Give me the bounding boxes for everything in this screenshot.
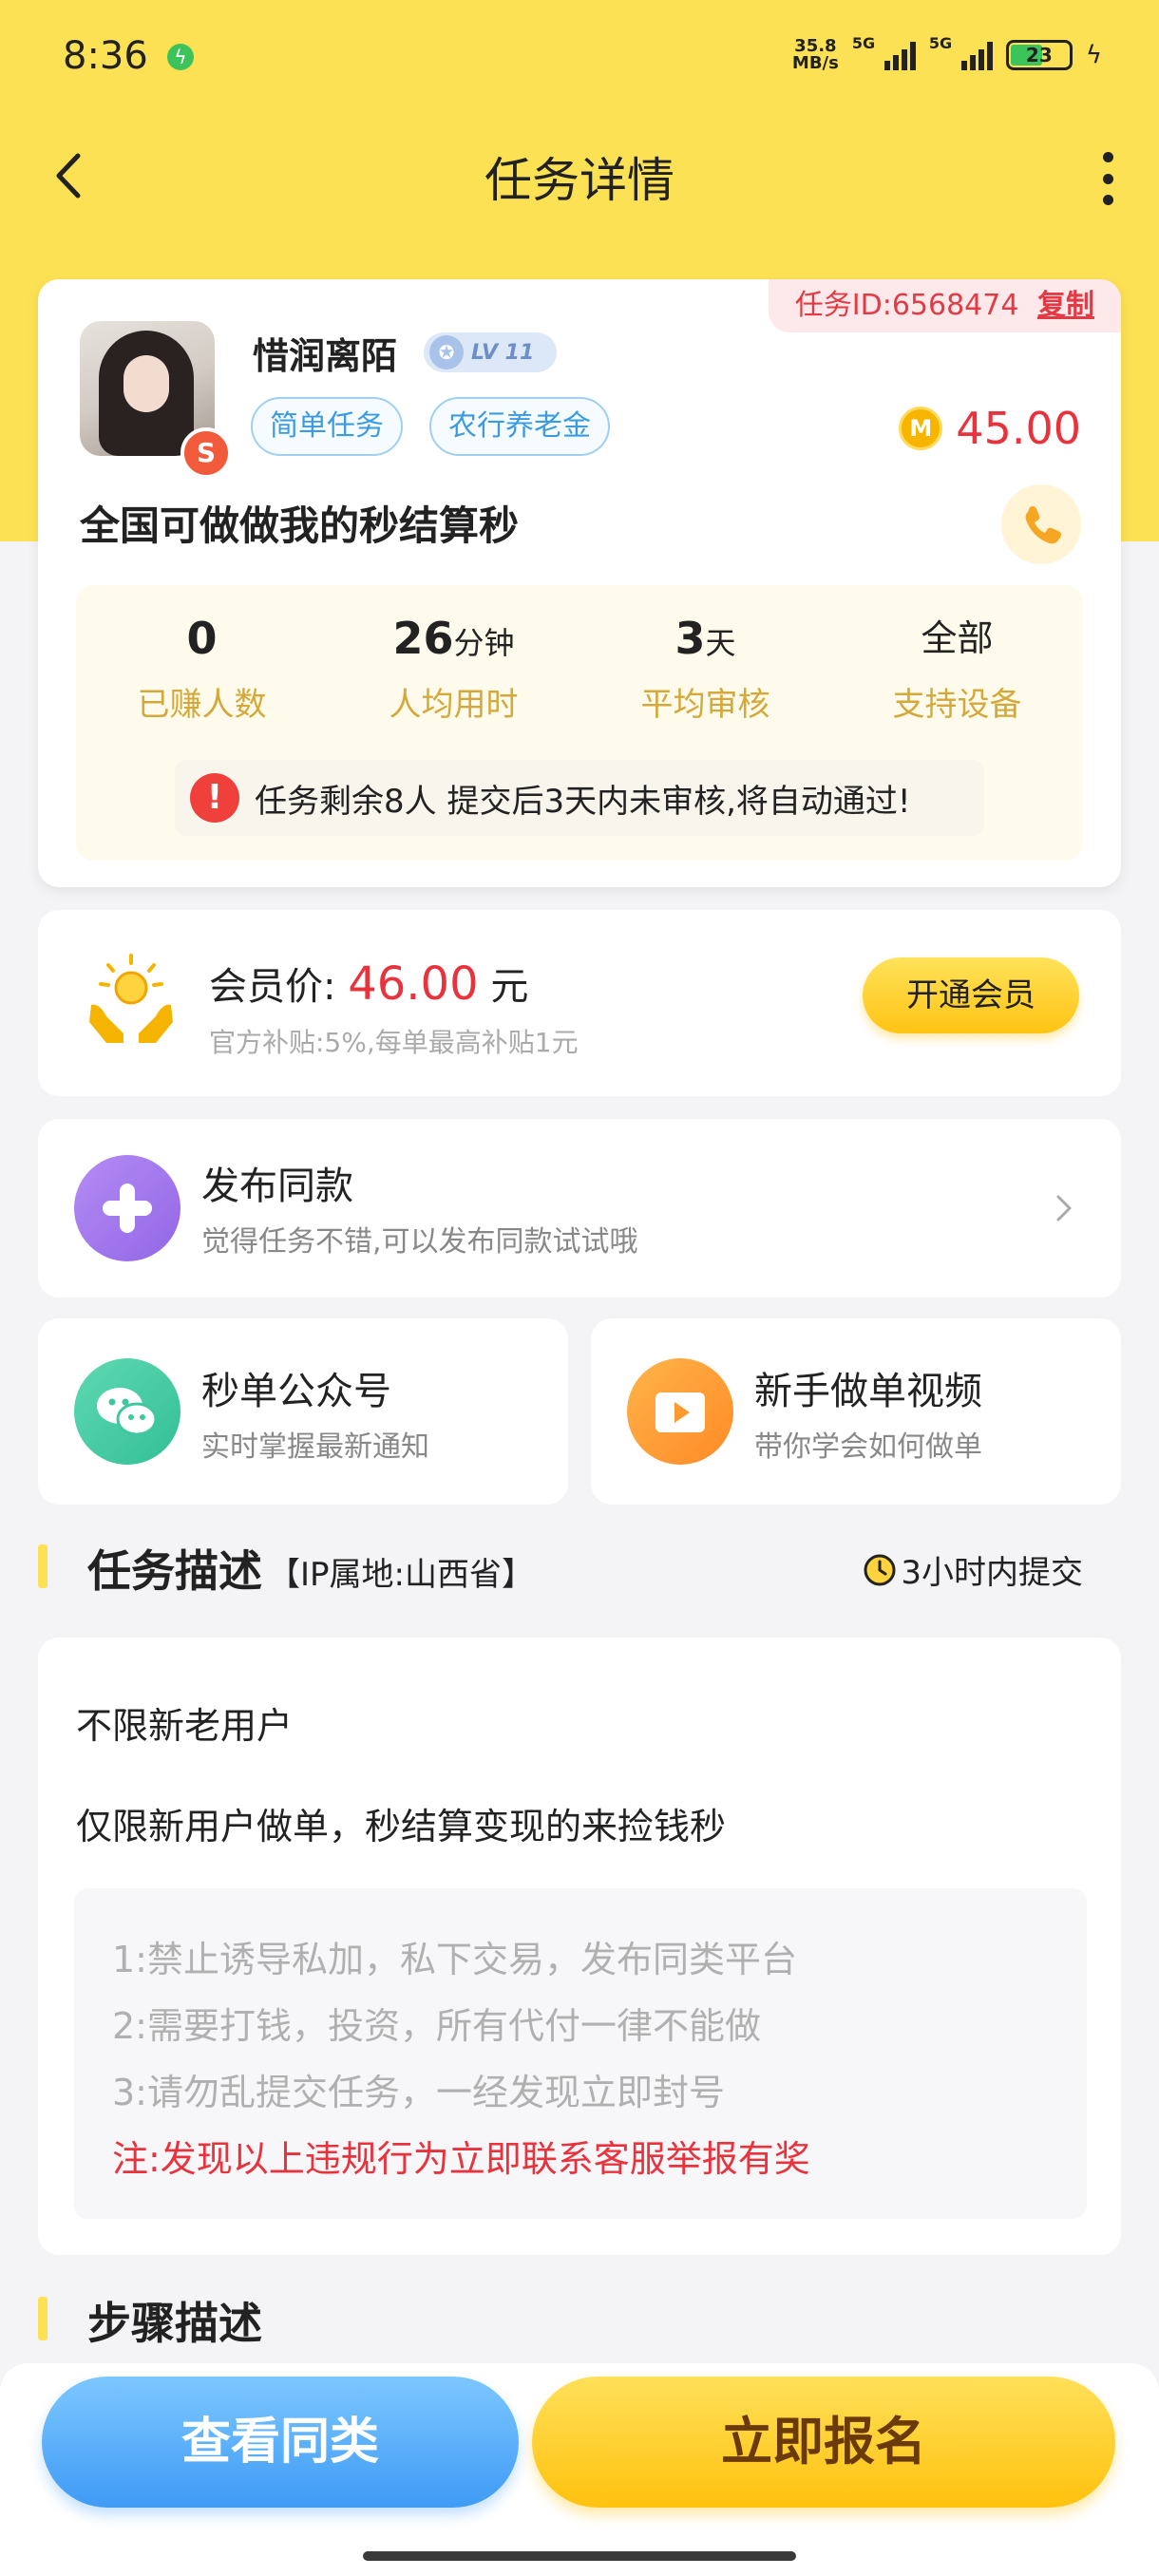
task-id-tag: 任务ID:6568474 复制 <box>768 279 1121 332</box>
task-tag: 简单任务 <box>251 397 403 456</box>
description-section-header: 任务描述 【IP属地:山西省】 3小时内提交 <box>38 1531 1121 1598</box>
rank-badge-icon: S <box>180 427 232 479</box>
stat-average-time: 26分钟 人均用时 <box>389 613 519 724</box>
plus-icon <box>74 1155 180 1261</box>
rule-item: 1:禁止诱导私加，私下交易，发布同类平台 <box>112 1939 797 1980</box>
open-membership-button[interactable]: 开通会员 <box>863 957 1079 1033</box>
charging-badge-icon: ϟ <box>167 44 194 70</box>
status-time: 8:36 <box>63 34 148 78</box>
phone-icon <box>1025 505 1062 544</box>
member-subsidy-note: 官方补贴:5%,每单最高补贴1元 <box>209 1027 579 1058</box>
page-title: 任务详情 <box>484 153 674 208</box>
stat-earned-count: 0 已赚人数 <box>137 613 267 724</box>
chevron-right-icon <box>1056 1195 1072 1222</box>
task-stats: 0 已赚人数 26分钟 人均用时 3天 平均审核 全部 支持设备 ! 任务剩余8… <box>76 585 1083 861</box>
ip-location: 【IP属地:山西省】 <box>268 1556 534 1594</box>
view-similar-button[interactable]: 查看同类 <box>42 2377 519 2508</box>
network-speed: 35.8 MB/s <box>791 36 839 73</box>
description-line: 仅限新用户做单，秒结算变现的来捡钱秒 <box>76 1806 727 1847</box>
level-badge: ✪ LV 11 <box>424 332 557 372</box>
rule-warning: 注:发现以上违规行为立即联系客服举报有奖 <box>112 2138 810 2180</box>
battery-icon: 23 <box>1005 40 1073 70</box>
task-description-card: 不限新老用户 仅限新用户做单，秒结算变现的来捡钱秒 1:禁止诱导私加，私下交易，… <box>38 1638 1121 2255</box>
video-icon <box>627 1358 733 1465</box>
tutorial-video-card[interactable]: 新手做单视频 带你学会如何做单 <box>591 1318 1121 1505</box>
task-tag: 农行养老金 <box>429 397 610 456</box>
battery-level: 23 <box>1025 44 1053 66</box>
tutorial-video-title: 新手做单视频 <box>754 1370 982 1413</box>
publisher-name: 惜润离陌 <box>253 335 398 377</box>
medal-icon: ✪ <box>429 335 464 369</box>
publish-same-card[interactable]: 发布同款 觉得任务不错,可以发布同款试试哦 <box>38 1119 1121 1297</box>
rules-box: 1:禁止诱导私加，私下交易，发布同类平台 2:需要打钱，投资，所有代付一律不能做… <box>74 1888 1087 2219</box>
reward-price: M 45.00 <box>899 403 1081 454</box>
wechat-icon <box>74 1358 180 1465</box>
steps-section-header: 步骤描述 <box>38 2283 1121 2350</box>
charging-icon: ϟ <box>1085 41 1102 69</box>
level-text: LV 11 <box>471 340 535 365</box>
stat-supported-devices: 全部 支持设备 <box>892 617 1022 724</box>
official-account-subtitle: 实时掌握最新通知 <box>201 1430 429 1464</box>
hands-coin-icon <box>89 954 173 1043</box>
description-line: 不限新老用户 <box>76 1705 294 1747</box>
home-indicator[interactable] <box>363 2551 796 2561</box>
publish-title: 发布同款 <box>201 1165 353 1208</box>
signal-icon: 5G <box>929 34 993 70</box>
deadline: 3小时内提交 <box>863 1546 1083 1593</box>
coin-icon: M <box>899 407 943 450</box>
price-value: 45.00 <box>956 403 1081 454</box>
member-price-card: 会员价: 46.00 元 官方补贴:5%,每单最高补贴1元 开通会员 <box>38 910 1121 1096</box>
publish-subtitle: 觉得任务不错,可以发布同款试试哦 <box>201 1225 638 1259</box>
clock-icon <box>864 1554 896 1585</box>
warning-icon: ! <box>190 773 239 823</box>
member-price: 会员价: 46.00 元 <box>209 957 529 1011</box>
bottom-action-bar: 查看同类 立即报名 <box>0 2363 1159 2576</box>
signup-button[interactable]: 立即报名 <box>532 2377 1115 2508</box>
official-account-card[interactable]: 秒单公众号 实时掌握最新通知 <box>38 1318 568 1505</box>
task-card: 任务ID:6568474 复制 S 惜润离陌 ✪ LV 11 简单任务 农行养老… <box>38 279 1121 887</box>
stat-review-time: 3天 平均审核 <box>640 613 770 724</box>
more-dots-icon <box>1102 152 1113 162</box>
status-bar: 8:36 ϟ 35.8 MB/s 5G 5G 23 ϟ <box>0 0 1159 114</box>
notice-text: 任务剩余8人 提交后3天内未审核,将自动通过! <box>255 782 911 821</box>
official-account-title: 秒单公众号 <box>201 1370 391 1413</box>
signal-icon: 5G <box>852 34 916 70</box>
tutorial-video-subtitle: 带你学会如何做单 <box>754 1430 982 1464</box>
rule-item: 2:需要打钱，投资，所有代付一律不能做 <box>112 2005 761 2047</box>
task-notice: ! 任务剩余8人 提交后3天内未审核,将自动通过! <box>175 760 984 836</box>
section-title: 任务描述 <box>87 1545 262 1597</box>
copy-id-button[interactable]: 复制 <box>1037 289 1094 322</box>
status-indicators: 35.8 MB/s 5G 5G 23 ϟ <box>791 34 1102 73</box>
call-button[interactable] <box>1001 484 1081 564</box>
member-price-value: 46.00 <box>348 957 479 1011</box>
section-title: 步骤描述 <box>87 2298 262 2349</box>
more-options-button[interactable] <box>1091 152 1125 205</box>
rule-item: 3:请勿乱提交任务，一经发现立即封号 <box>112 2072 725 2113</box>
task-title: 全国可做做我的秒结算秒 <box>80 502 520 549</box>
task-id: 任务ID:6568474 <box>794 289 1019 322</box>
